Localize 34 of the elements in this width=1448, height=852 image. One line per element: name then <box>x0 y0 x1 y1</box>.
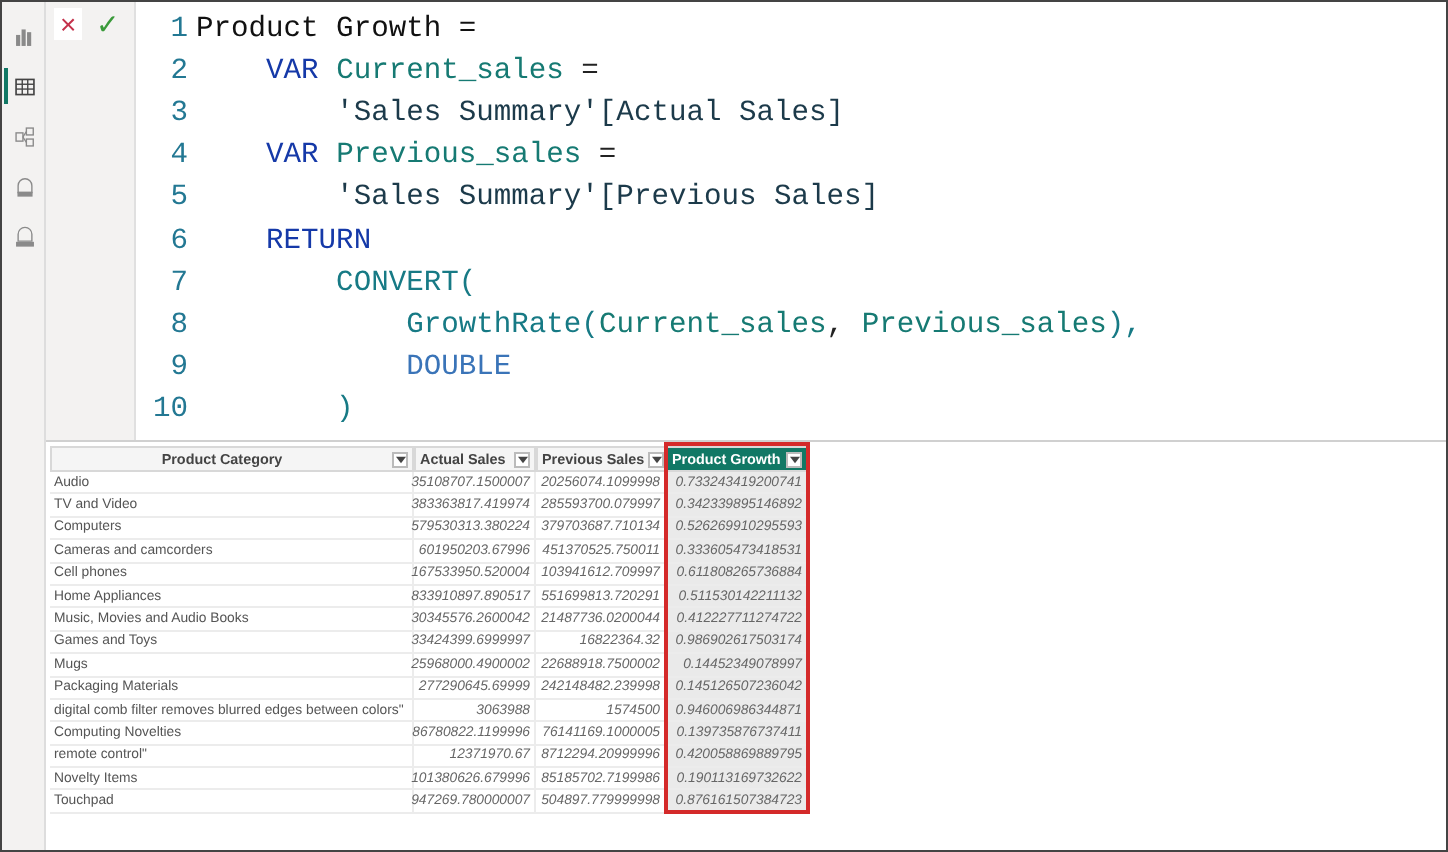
code-line: GrowthRate(Current_sales, Previous_sales), <box>404 309 1142 342</box>
code-line: 'Sales Summary'[Actual Sales] <box>334 97 845 130</box>
line-number: 9 <box>168 352 190 385</box>
code-line: VAR Current_sales = <box>264 55 599 88</box>
filter-dropdown-button[interactable] <box>648 451 665 467</box>
caret-icon <box>395 455 405 463</box>
dome-icon <box>14 175 36 197</box>
code-line: DOUBLE <box>404 352 512 385</box>
bar-chart-icon <box>14 25 36 47</box>
code-line: ) <box>334 394 354 427</box>
dome-icon <box>14 225 36 247</box>
filter-dropdown-button[interactable] <box>514 451 530 467</box>
line-number: 1 <box>168 13 190 46</box>
code-line: VAR Previous_sales = <box>264 140 617 173</box>
code-line: 'Sales Summary'[Previous Sales] <box>334 182 880 215</box>
cancel-button[interactable]: × <box>54 8 83 40</box>
table-icon <box>14 75 36 97</box>
filter-dropdown-button[interactable] <box>392 451 408 467</box>
filter-dropdown-button[interactable] <box>786 451 802 467</box>
line-number: 3 <box>168 97 190 130</box>
code-line: CONVERT( <box>334 267 477 300</box>
line-number: 8 <box>168 309 190 342</box>
line-number: 5 <box>168 182 190 215</box>
line-number: 2 <box>168 55 190 88</box>
line-number: 6 <box>168 225 190 258</box>
line-number: 7 <box>168 267 190 300</box>
model-diagram-icon <box>14 125 36 147</box>
line-number: 10 <box>150 394 190 427</box>
caret-icon <box>517 455 527 463</box>
line-number: 4 <box>168 140 190 173</box>
code-line: RETURN <box>264 225 372 258</box>
caret-icon <box>651 455 662 463</box>
code-line: Product Growth = <box>196 13 477 46</box>
caret-icon <box>789 455 799 463</box>
